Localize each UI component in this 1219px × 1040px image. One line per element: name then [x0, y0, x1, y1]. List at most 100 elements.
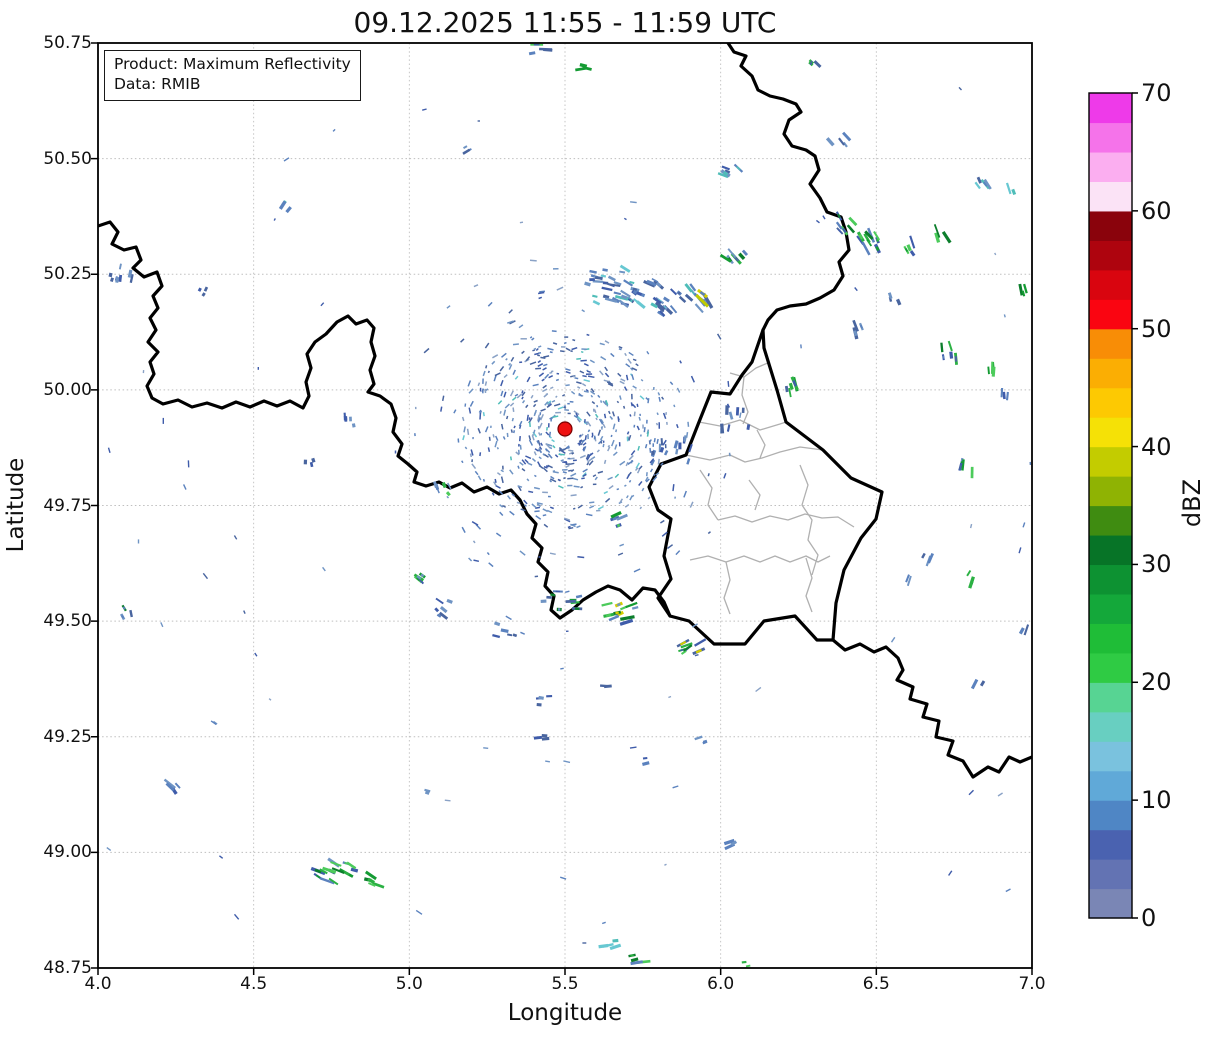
echo-streak [479, 452, 482, 457]
echo-streak [500, 423, 504, 430]
echo-streak [655, 282, 662, 288]
echo-streak [636, 403, 639, 408]
echo-streak [574, 377, 579, 380]
echo-streak [529, 336, 533, 339]
echo-streak [636, 425, 640, 431]
echo-streak [273, 218, 276, 221]
echo-streak [635, 462, 640, 469]
echo-streak [969, 523, 973, 529]
echo-streak [581, 439, 586, 444]
colorbar-segment [1089, 122, 1132, 153]
echo-streak [638, 416, 641, 421]
echo-streak [468, 407, 472, 414]
echo-streak [589, 359, 595, 364]
echo-streak [510, 429, 513, 433]
echo-streak [642, 757, 648, 760]
echo-streak [927, 552, 934, 564]
echo-streak [538, 372, 545, 377]
colorbar-tick-label: 0 [1141, 904, 1157, 932]
echo-streak [491, 492, 495, 496]
echo-streak [576, 525, 581, 529]
colorbar [1088, 92, 1138, 919]
echo-streak [735, 407, 740, 416]
echo-streak [233, 535, 238, 540]
echo-streak [586, 370, 591, 374]
colorbar-segment [1089, 269, 1132, 300]
echo-streak [626, 495, 629, 499]
echo-streak [679, 640, 687, 646]
echo-streak [1022, 283, 1028, 294]
echo-streak [278, 200, 287, 210]
echo-streak [630, 402, 633, 407]
echo-streak [565, 384, 570, 387]
echo-streak [528, 51, 536, 56]
colorbar-segment [1089, 534, 1132, 566]
echo-streak [921, 552, 926, 559]
echo-streak [663, 296, 670, 303]
echo-streak [538, 422, 543, 429]
colorbar-segment [1089, 829, 1132, 860]
echo-streak [861, 241, 871, 256]
echo-streak [601, 286, 613, 292]
echo-streak [546, 404, 550, 408]
echo-streak [538, 695, 544, 700]
echo-streak [525, 404, 529, 409]
echo-streak [542, 388, 548, 393]
colorbar-segment [1089, 151, 1132, 182]
echo-streak [538, 432, 541, 436]
x-tick-label: 6.5 [862, 974, 890, 994]
echo-streak [970, 678, 979, 690]
echo-streak [611, 411, 616, 417]
echo-streak [492, 633, 501, 639]
canton-border [756, 429, 766, 459]
echo-streak [520, 631, 525, 635]
echo-streak [346, 861, 357, 870]
echo-streak [469, 453, 473, 458]
echo-streak [620, 615, 635, 621]
colorbar-segment [1089, 800, 1132, 831]
echo-streak [549, 552, 556, 556]
echo-streak [446, 305, 451, 309]
echo-streak [488, 562, 494, 568]
echo-streak [462, 148, 471, 155]
echo-streak [441, 481, 447, 489]
echo-streak [622, 405, 626, 409]
echo-streak [521, 468, 526, 472]
echo-streak [587, 375, 595, 379]
echo-streak [947, 340, 953, 352]
echo-streak [540, 408, 546, 412]
echo-streak [507, 633, 513, 637]
echo-streak [575, 594, 583, 599]
echo-streak [537, 359, 542, 364]
echo-streak [556, 286, 564, 291]
echo-streak [121, 614, 125, 619]
echo-streak [728, 411, 734, 420]
echo-streak [494, 621, 501, 627]
echo-streak [533, 486, 540, 490]
echo-streak [607, 275, 616, 282]
echo-streak [504, 403, 510, 409]
echo-streak [558, 453, 565, 456]
echo-streak [635, 363, 639, 367]
echo-streak [118, 263, 122, 270]
canton-border [799, 464, 819, 576]
echo-streak [581, 382, 587, 387]
echo-streak [182, 484, 187, 490]
echo-streak [694, 654, 699, 657]
echo-streak [549, 371, 553, 374]
echo-streak [538, 296, 543, 300]
echo-streak [482, 478, 486, 482]
echo-streak [941, 231, 952, 244]
echo-streak [602, 443, 605, 448]
echo-streak [609, 415, 614, 420]
echo-streak [608, 614, 620, 622]
echo-streak [446, 598, 453, 604]
echo-streak [603, 459, 607, 464]
echo-streak [958, 86, 963, 91]
echo-streak [668, 695, 672, 699]
echo-streak [994, 252, 997, 256]
echo-streak [728, 452, 731, 457]
echo-streak [535, 515, 542, 520]
echo-streak [949, 351, 954, 359]
echo-streak [487, 447, 491, 452]
